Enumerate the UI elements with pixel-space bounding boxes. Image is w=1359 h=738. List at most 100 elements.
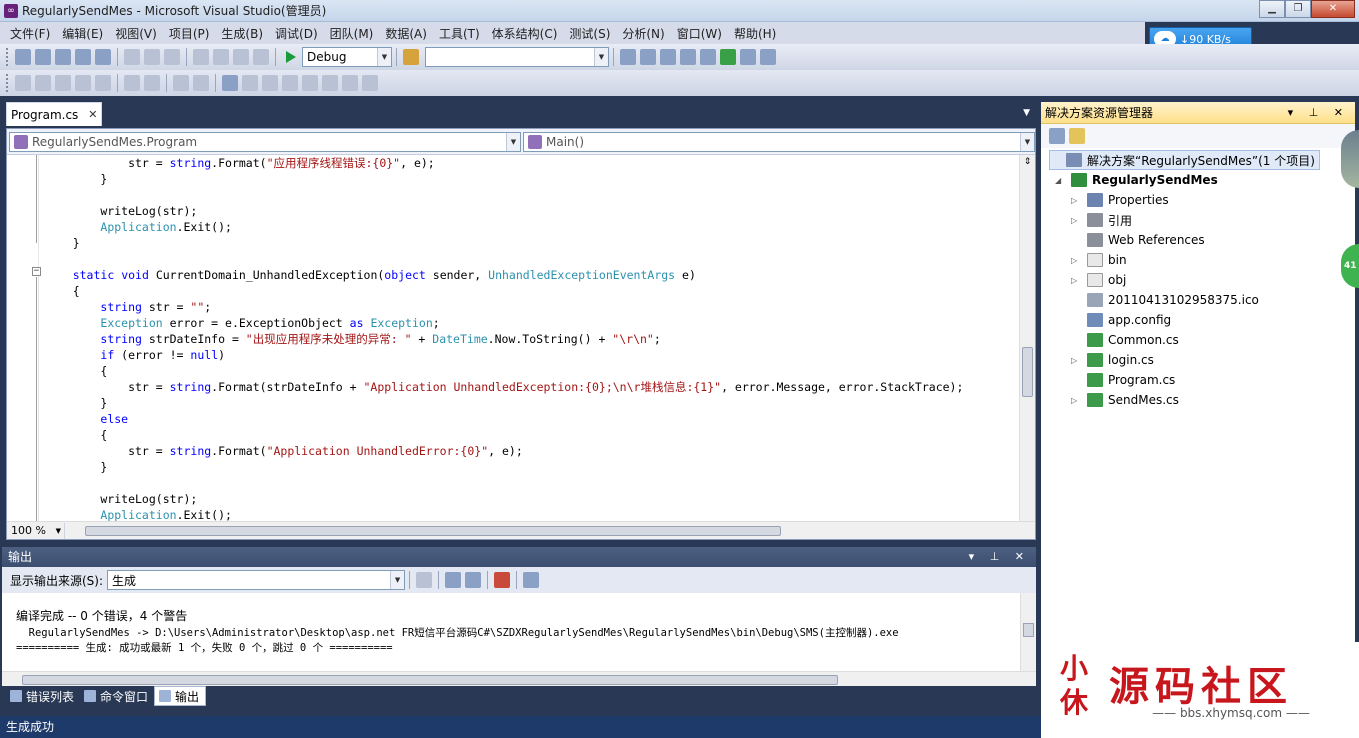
bookmark-icon[interactable] bbox=[222, 75, 238, 91]
navigate-backward-icon[interactable] bbox=[233, 49, 249, 65]
previous-bookmark-document-icon[interactable] bbox=[322, 75, 338, 91]
pane-controls[interactable]: ▾ ⊥ ✕ bbox=[1288, 102, 1349, 124]
show-all-files-icon[interactable] bbox=[1069, 128, 1085, 144]
navigate-forward-icon[interactable] bbox=[253, 49, 269, 65]
tab-program-cs[interactable]: Program.cs ✕ bbox=[6, 102, 102, 126]
menu-item[interactable]: 视图(V) bbox=[109, 25, 163, 42]
tree-item[interactable]: Web References bbox=[1071, 230, 1205, 250]
undo-icon[interactable] bbox=[193, 49, 209, 65]
avatar[interactable] bbox=[1341, 130, 1359, 188]
tab-list-dropdown-icon[interactable]: ▼ bbox=[1023, 108, 1030, 118]
tree-item[interactable]: app.config bbox=[1071, 310, 1171, 330]
properties-icon[interactable] bbox=[660, 49, 676, 65]
close-button[interactable]: ✕ bbox=[1311, 0, 1355, 18]
complete-word-icon[interactable] bbox=[75, 75, 91, 91]
uncomment-icon[interactable] bbox=[193, 75, 209, 91]
scroll-thumb[interactable] bbox=[1022, 347, 1033, 397]
expander-icon[interactable]: ▷ bbox=[1071, 256, 1081, 265]
solution-node[interactable]: 解决方案“RegularlySendMes”(1 个项目) bbox=[1049, 150, 1320, 170]
project-node[interactable]: ◢ RegularlySendMes bbox=[1055, 170, 1218, 190]
decrease-indent-icon[interactable] bbox=[124, 75, 140, 91]
next-message-icon[interactable] bbox=[465, 572, 482, 588]
menu-item[interactable]: 工具(T) bbox=[433, 25, 486, 42]
expander-icon[interactable]: ◢ bbox=[1055, 176, 1065, 185]
tree-item[interactable]: ▷ obj bbox=[1071, 270, 1126, 290]
tree-item[interactable]: ▷ 引用 bbox=[1071, 210, 1132, 230]
start-debugging-icon[interactable] bbox=[286, 51, 296, 63]
tree-item[interactable]: ▷ login.cs bbox=[1071, 350, 1154, 370]
solution-explorer-icon[interactable] bbox=[640, 49, 656, 65]
next-bookmark-icon[interactable] bbox=[262, 75, 278, 91]
expander-icon[interactable]: ▷ bbox=[1071, 216, 1081, 225]
new-project-icon[interactable] bbox=[15, 49, 31, 65]
extension-manager-icon[interactable] bbox=[740, 49, 756, 65]
start-page-icon[interactable] bbox=[720, 49, 736, 65]
tree-item[interactable]: ▷ SendMes.cs bbox=[1071, 390, 1179, 410]
scroll-thumb[interactable] bbox=[22, 675, 838, 685]
save-icon[interactable] bbox=[75, 49, 91, 65]
tree-item[interactable]: 20110413102958375.ico bbox=[1071, 290, 1259, 310]
expander-icon[interactable]: ▷ bbox=[1071, 356, 1081, 365]
object-members-icon[interactable] bbox=[15, 75, 31, 91]
collapse-region-icon[interactable]: − bbox=[32, 267, 41, 276]
tree-item[interactable]: Program.cs bbox=[1071, 370, 1175, 390]
menu-item[interactable]: 编辑(E) bbox=[56, 25, 109, 42]
quick-info-icon[interactable] bbox=[55, 75, 71, 91]
solution-config-select[interactable]: Debug ▼ bbox=[302, 47, 392, 67]
previous-message-icon[interactable] bbox=[445, 572, 462, 588]
expander-icon[interactable]: ▷ bbox=[1071, 196, 1081, 205]
properties-icon[interactable] bbox=[1049, 128, 1065, 144]
find-in-files-icon[interactable] bbox=[403, 49, 419, 65]
menu-item[interactable]: 帮助(H) bbox=[728, 25, 782, 42]
menu-item[interactable]: 分析(N) bbox=[616, 25, 670, 42]
word-wrap-icon[interactable] bbox=[523, 572, 540, 588]
output-horizontal-scrollbar[interactable] bbox=[2, 671, 1036, 687]
menu-item[interactable]: 测试(S) bbox=[563, 25, 616, 42]
toolbar-grip[interactable] bbox=[6, 74, 9, 92]
output-vertical-scrollbar[interactable] bbox=[1020, 593, 1036, 671]
menu-item[interactable]: 生成(B) bbox=[215, 25, 269, 42]
output-source-select[interactable]: 生成 ▼ bbox=[107, 570, 406, 590]
redo-icon[interactable] bbox=[213, 49, 229, 65]
tree-item[interactable]: Common.cs bbox=[1071, 330, 1179, 350]
add-item-icon[interactable] bbox=[35, 49, 51, 65]
open-file-icon[interactable] bbox=[55, 49, 71, 65]
close-tab-icon[interactable]: ✕ bbox=[88, 108, 97, 121]
cut-icon[interactable] bbox=[124, 49, 140, 65]
type-dropdown[interactable]: RegularlySendMes.Program ▼ bbox=[9, 132, 521, 152]
find-combo[interactable]: ▼ bbox=[425, 47, 609, 67]
tab-command-window[interactable]: 命令窗口 bbox=[80, 686, 154, 706]
toolbox-icon[interactable] bbox=[700, 49, 716, 65]
scroll-thumb[interactable] bbox=[1023, 623, 1034, 637]
increase-indent-icon[interactable] bbox=[144, 75, 160, 91]
next-bookmark-document-icon[interactable] bbox=[342, 75, 358, 91]
expander-icon[interactable]: ▷ bbox=[1071, 276, 1081, 285]
menu-item[interactable]: 窗口(W) bbox=[671, 25, 728, 42]
tab-error-list[interactable]: 错误列表 bbox=[6, 686, 80, 706]
comment-icon[interactable] bbox=[173, 75, 189, 91]
menu-item[interactable]: 团队(M) bbox=[324, 25, 380, 42]
object-browser-icon[interactable] bbox=[680, 49, 696, 65]
word-wrap-icon[interactable] bbox=[95, 75, 111, 91]
menu-item[interactable]: 调试(D) bbox=[269, 25, 324, 42]
command-window-icon[interactable] bbox=[760, 49, 776, 65]
expander-icon[interactable]: ▷ bbox=[1071, 396, 1081, 405]
code-text-area[interactable]: − str = string.Format("应用程序线程错误:{0}", e)… bbox=[7, 155, 1019, 521]
copy-icon[interactable] bbox=[144, 49, 160, 65]
find-icon[interactable] bbox=[620, 49, 636, 65]
toolbar-grip[interactable] bbox=[6, 48, 9, 66]
editor-horizontal-scrollbar[interactable] bbox=[65, 523, 1035, 539]
find-message-icon[interactable] bbox=[416, 572, 433, 588]
parameter-info-icon[interactable] bbox=[35, 75, 51, 91]
save-all-icon[interactable] bbox=[95, 49, 111, 65]
menu-item[interactable]: 文件(F) bbox=[4, 25, 56, 42]
next-bookmark-folder-icon[interactable] bbox=[302, 75, 318, 91]
pane-controls[interactable]: ▾ ⊥ ✕ bbox=[969, 547, 1030, 567]
zoom-dropdown[interactable]: 100 % ▼ bbox=[7, 522, 65, 539]
clear-all-icon[interactable] bbox=[494, 572, 511, 588]
previous-bookmark-folder-icon[interactable] bbox=[282, 75, 298, 91]
member-dropdown[interactable]: Main() ▼ bbox=[523, 132, 1035, 152]
minimize-button[interactable]: ▁ bbox=[1259, 0, 1285, 18]
output-text[interactable]: 编译完成 -- 0 个错误，4 个警告 RegularlySendMes -> … bbox=[2, 593, 1036, 671]
paste-icon[interactable] bbox=[164, 49, 180, 65]
